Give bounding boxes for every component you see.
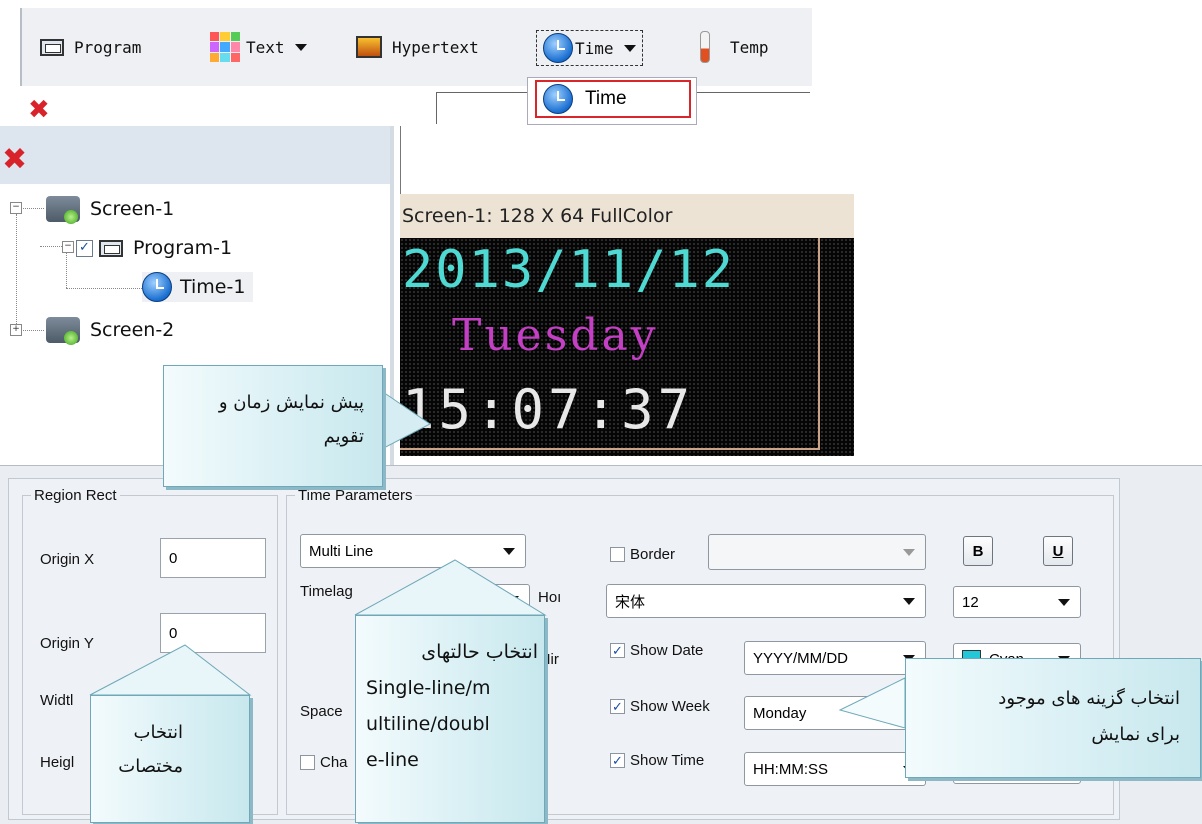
callout-text: تقویم: [323, 426, 364, 447]
callout-coordinates: انتخاب مختصات: [90, 695, 250, 823]
callout-text: ultiline/doubl: [366, 713, 490, 735]
callout-text: Single-line/m: [366, 677, 491, 699]
callout-text: انتخاب: [133, 722, 184, 743]
callout-preview: پیش نمایش زمان و تقویم: [163, 365, 383, 487]
callout-text: مختصات: [118, 756, 183, 777]
callout-text: e-line: [366, 749, 419, 771]
callout-pointer: [354, 559, 547, 616]
callout-text: انتخاب گزینه های موجود: [998, 688, 1180, 709]
callout-text: انتخاب حالتهای: [421, 641, 538, 663]
callout-line-mode: انتخاب حالتهای Single-line/m ultiline/do…: [355, 615, 545, 823]
callout-text: برای نمایش: [1091, 724, 1180, 745]
callout-text: پیش نمایش زمان و: [218, 392, 364, 413]
callout-pointer: [89, 644, 252, 696]
callout-display-options: انتخاب گزینه های موجود برای نمایش: [905, 658, 1201, 778]
callout-pointer: [379, 389, 431, 451]
callout-pointer: [838, 677, 906, 729]
